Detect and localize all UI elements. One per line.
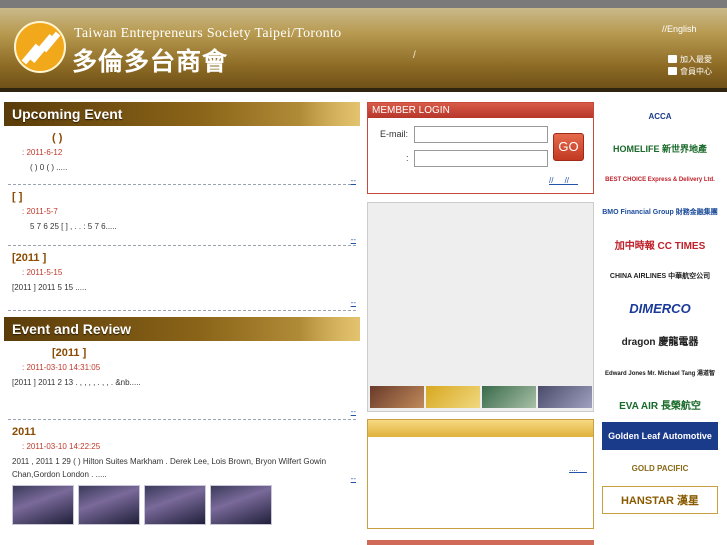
event-review-heading: Event and Review — [4, 317, 360, 341]
upcoming-event-heading: Upcoming Event — [4, 102, 360, 126]
sponsor-dragon[interactable]: dragon 慶龍電器 — [602, 326, 718, 354]
password-label: : — [406, 153, 409, 163]
info-box-heading — [368, 420, 593, 437]
event-date: : 2011-6-12 — [22, 148, 63, 157]
review-summary: 2011 , 2011 1 29 ( ) Hilton Suites Markh… — [12, 457, 327, 479]
password-field[interactable] — [414, 150, 548, 167]
slideshow-thumb[interactable] — [370, 386, 424, 408]
slideshow-thumb[interactable] — [482, 386, 536, 408]
list-item[interactable]: 2011 : 2011-03-10 14:22:25 2011 , 2011 1… — [4, 420, 360, 525]
divider — [8, 310, 356, 311]
more-link[interactable]: -- — [351, 298, 356, 307]
list-item[interactable]: [2011 ] : 2011-03-10 14:31:05 [2011 ] 20… — [4, 341, 360, 419]
photo-slideshow — [367, 202, 594, 412]
event-date: : 2011-5-7 — [22, 207, 58, 216]
sponsor-dimerco[interactable]: DIMERCO — [602, 294, 718, 322]
top-nav-links[interactable]: / — [413, 50, 513, 76]
event-photo[interactable] — [210, 485, 272, 525]
review-date: : 2011-03-10 14:22:25 — [22, 442, 101, 451]
event-summary: [2011 ] 2011 5 15 ..... — [12, 283, 87, 292]
middle-column: MEMBER LOGIN E-mail: : GO //__ //__ ....… — [367, 102, 594, 529]
sponsor-edward-jones[interactable]: Edward Jones Mr. Michael Tang 湯道智 — [602, 358, 718, 386]
login-help-links[interactable]: //__ //__ — [549, 176, 578, 185]
member-login-box: MEMBER LOGIN E-mail: : GO //__ //__ — [367, 102, 594, 194]
event-photo[interactable] — [78, 485, 140, 525]
event-summary: ( ) 0 ( ) ..... — [30, 163, 68, 172]
sponsor-golden-leaf[interactable]: Golden Leaf Automotive — [602, 422, 718, 450]
review-summary: [2011 ] 2011 2 13 . , , , , . , , . &nb.… — [12, 378, 141, 387]
event-summary: 5 7 6 25 [ ] , . . : 5 7 6..... — [30, 222, 117, 231]
review-title[interactable]: [2011 ] — [12, 347, 352, 359]
event-date: : 2011-5-15 — [22, 268, 63, 277]
sponsor-hanstar[interactable]: HANSTAR 漢星 — [602, 486, 718, 514]
sponsor-homelife[interactable]: HOMELIFE 新世界地產 — [602, 134, 718, 162]
event-photo[interactable] — [144, 485, 206, 525]
email-field[interactable] — [414, 126, 548, 143]
sponsor-bmo[interactable]: BMO Financial Group 財務金融集團 — [602, 198, 718, 226]
info-box: ....__ — [367, 419, 594, 529]
more-link[interactable]: ....__ — [569, 464, 587, 473]
event-photo[interactable] — [12, 485, 74, 525]
sponsor-best-choice[interactable]: BEST CHOICE Express & Delivery Ltd. — [602, 166, 718, 194]
list-item[interactable]: ( ) : 2011-6-12 ( ) 0 ( ) ..... -- — [4, 126, 360, 185]
login-heading: MEMBER LOGIN — [368, 103, 593, 118]
slideshow-thumb[interactable] — [538, 386, 592, 408]
event-title[interactable]: ( ) — [12, 132, 352, 144]
org-name-zh: 多倫多台商會 — [72, 47, 229, 76]
member-icon — [668, 67, 677, 75]
sponsor-china-airlines[interactable]: CHINA AIRLINES 中華航空公司 — [602, 262, 718, 290]
site-header: Taiwan Entrepreneurs Society Taipei/Toro… — [0, 8, 727, 92]
list-item[interactable]: [ ] : 2011-5-7 5 7 6 25 [ ] , . . : 5 7 … — [4, 185, 360, 245]
sponsor-column: ACCA HOMELIFE 新世界地產 BEST CHOICE Express … — [602, 102, 718, 518]
sponsor-gold-pacific[interactable]: GOLD PACIFIC — [602, 454, 718, 482]
more-link[interactable]: -- — [351, 176, 356, 185]
panel-edge — [367, 540, 594, 545]
list-item[interactable]: [2011 ] : 2011-5-15 [2011 ] 2011 5 15 ..… — [4, 246, 360, 310]
more-link[interactable]: -- — [351, 474, 356, 483]
english-link[interactable]: //English — [662, 24, 697, 34]
photo-strip — [370, 386, 592, 408]
sponsor-acca[interactable]: ACCA — [602, 102, 718, 130]
review-date: : 2011-03-10 14:31:05 — [22, 363, 101, 372]
org-name-en: Taiwan Entrepreneurs Society Taipei/Toro… — [74, 26, 342, 41]
review-photos — [12, 485, 352, 525]
go-button[interactable]: GO — [553, 133, 584, 161]
favorite-icon — [668, 55, 677, 63]
more-link[interactable]: -- — [351, 407, 356, 416]
member-center-link[interactable]: 會員中心 — [668, 66, 712, 77]
event-title[interactable]: [2011 ] — [12, 252, 352, 264]
main-column: Upcoming Event ( ) : 2011-6-12 ( ) 0 ( )… — [4, 102, 360, 525]
sponsor-cc-times[interactable]: 加中時報 CC TIMES — [602, 230, 718, 258]
email-label: E-mail: — [380, 129, 409, 139]
add-favorite-link[interactable]: 加入最愛 — [668, 54, 712, 65]
event-title[interactable]: [ ] — [12, 191, 352, 203]
header-divider — [0, 88, 727, 92]
top-strip — [0, 0, 727, 8]
sponsor-eva-air[interactable]: EVA AIR 長榮航空 — [602, 390, 718, 418]
slideshow-thumb[interactable] — [426, 386, 480, 408]
review-title[interactable]: 2011 — [12, 426, 352, 438]
org-logo[interactable] — [14, 21, 66, 73]
more-link[interactable]: -- — [351, 235, 356, 244]
